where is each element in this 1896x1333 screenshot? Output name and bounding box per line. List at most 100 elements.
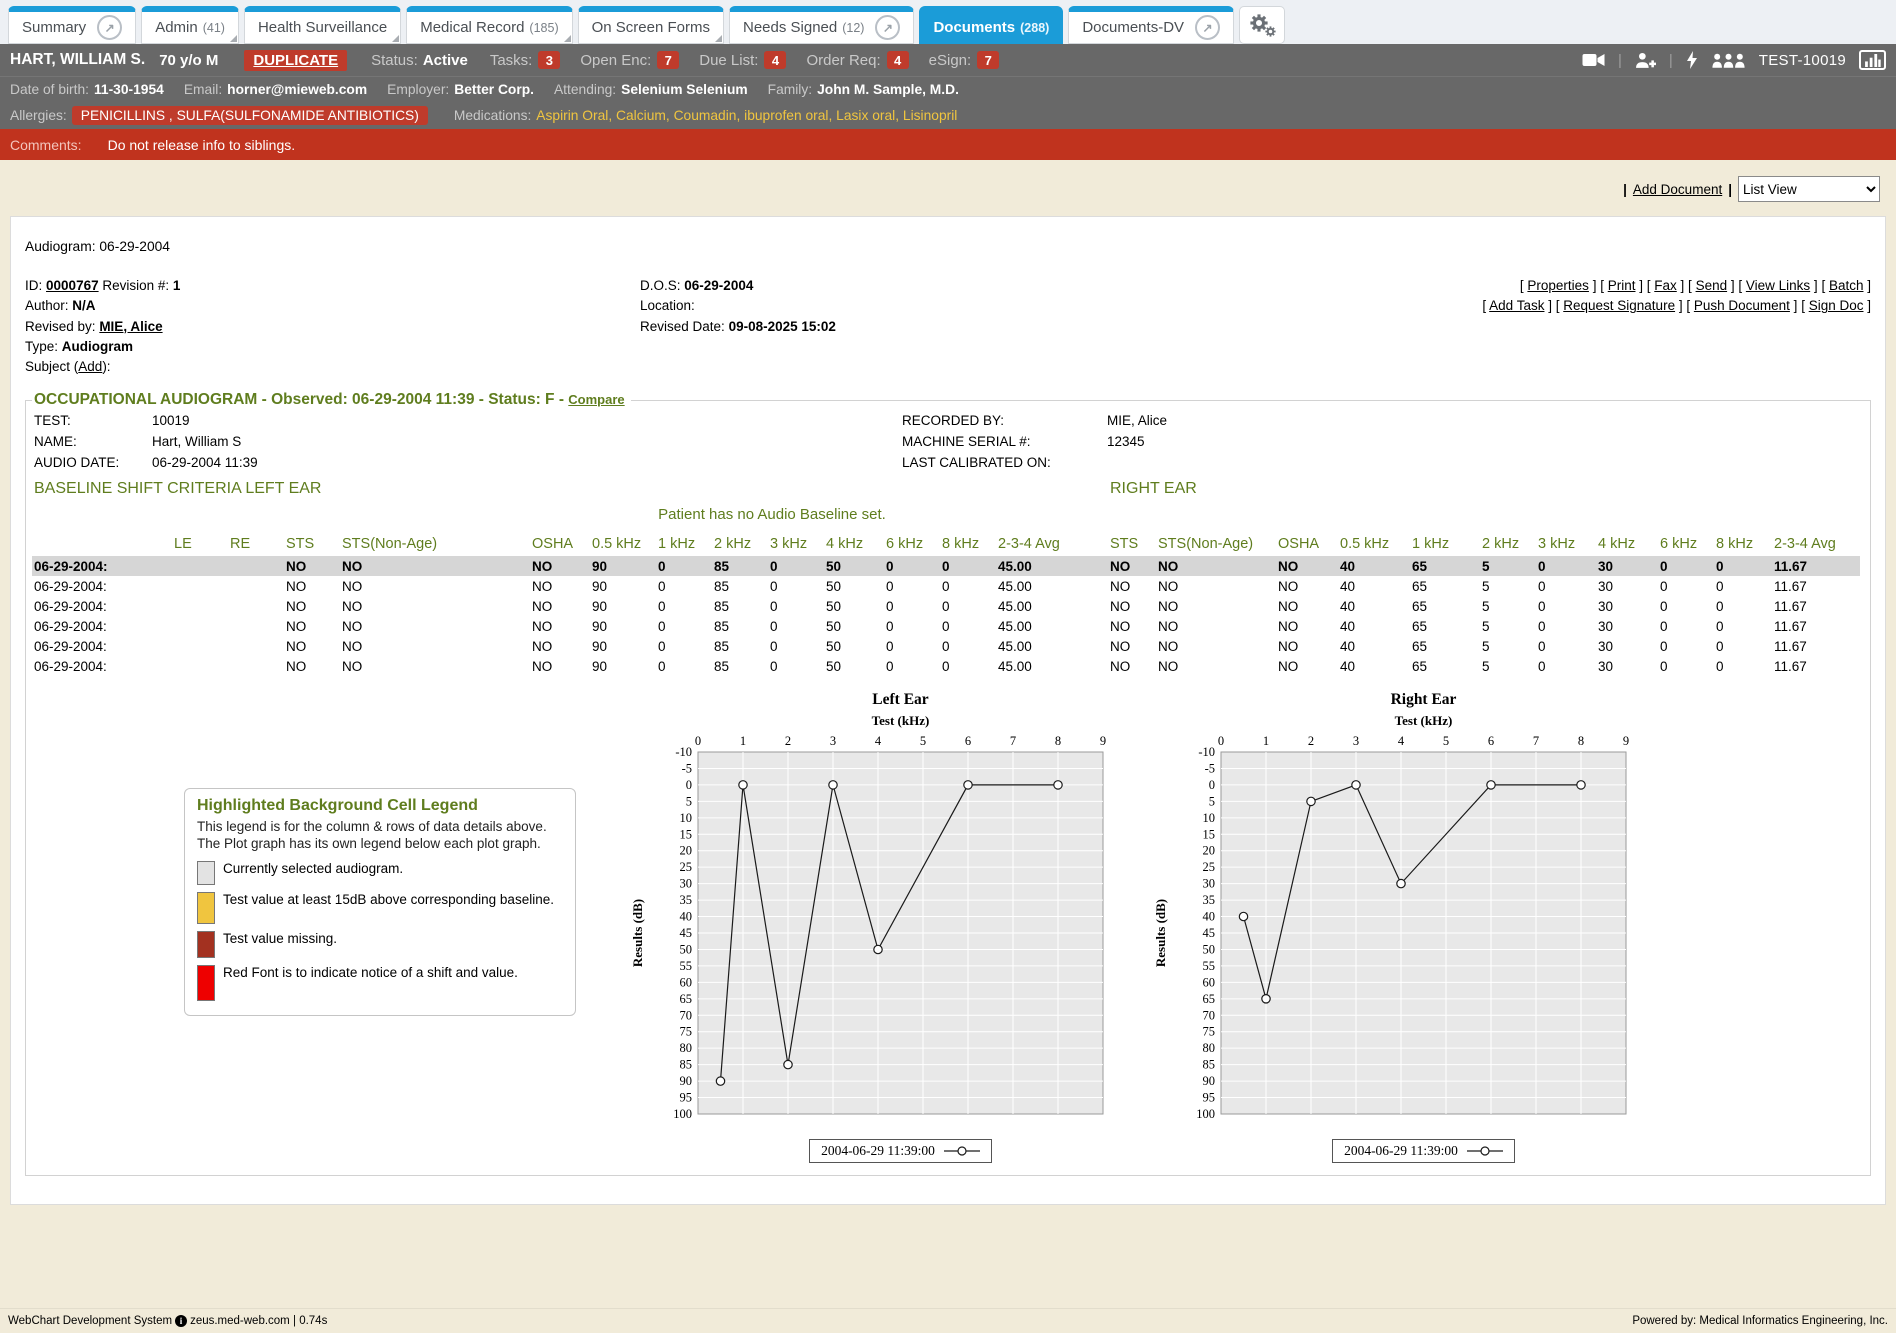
cell: 11.67 [1772,596,1860,616]
tab-medical-record[interactable]: Medical Record(185) [406,6,572,44]
location-label: Location: [640,298,695,313]
stat-badge[interactable]: 7 [977,51,999,69]
document-actions: [ Properties ] [ Print ] [ Fax ] [ Send … [1482,276,1871,377]
tab-health-surveillance[interactable]: Health Surveillance [244,6,401,44]
cell: 85 [712,616,768,636]
cell [228,596,284,616]
column-header: 0.5 kHz [1338,534,1410,556]
cell: 65 [1410,596,1480,616]
stat-badge[interactable]: 3 [538,51,560,69]
document-id-link[interactable]: 0000767 [46,278,99,293]
audiogram-row[interactable]: 06-29-2004:NONONO900850500045.00NONONO40… [32,656,1860,676]
external-link-icon[interactable]: ↗ [875,15,900,40]
duplicate-badge[interactable]: DUPLICATE [244,50,347,71]
id-label: ID: [25,278,42,293]
tab-on-screen-forms[interactable]: On Screen Forms [578,6,724,44]
cell: 0 [656,636,712,656]
action-print[interactable]: Print [1608,278,1636,293]
view-select[interactable]: List View [1738,176,1880,202]
action-sign-doc[interactable]: Sign Doc [1809,298,1864,313]
cell: NO [340,616,530,636]
compare-link[interactable]: Compare [568,392,624,407]
svg-text:Right Ear: Right Ear [1391,691,1457,708]
action-properties[interactable]: Properties [1527,278,1589,293]
svg-text:50: 50 [680,943,693,957]
cell: 11.67 [1772,636,1860,656]
footer-host-link[interactable]: zeus.med-web.com [190,1315,290,1327]
tab-summary[interactable]: Summary↗ [8,6,136,44]
cell: 90 [590,616,656,636]
cell: 40 [1338,616,1410,636]
action-push-document[interactable]: Push Document [1694,298,1790,313]
external-link-icon[interactable]: ↗ [97,15,122,40]
column-gap [1096,656,1108,676]
cell: NO [1108,556,1156,576]
column-header: LE [172,534,228,556]
stat-label: Due List: [699,52,758,69]
external-link-icon[interactable]: ↗ [1195,15,1220,40]
cell: NO [1276,556,1338,576]
info-label: LAST CALIBRATED ON: [902,455,1107,470]
column-header: RE [228,534,284,556]
medication-link[interactable]: ibuprofen oral [744,108,828,123]
action-view-links[interactable]: View Links [1746,278,1810,293]
tab-documents[interactable]: Documents(288) [919,6,1063,44]
tab-needs-signed[interactable]: Needs Signed(12)↗ [729,6,914,44]
detail-value: John M. Sample, M.D. [817,82,959,97]
tab-documents-dv[interactable]: Documents-DV↗ [1068,6,1234,44]
video-icon[interactable] [1582,52,1605,68]
medication-link[interactable]: Lisinopril [903,108,957,123]
audiogram-row[interactable]: 06-29-2004:NONONO900850500045.00NONONO40… [32,576,1860,596]
audiogram-row[interactable]: 06-29-2004:NONONO900850500045.00NONONO40… [32,636,1860,656]
patient-group-icon[interactable] [1711,53,1746,68]
audiogram-row[interactable]: 06-29-2004:NONONO900850500045.00NONONO40… [32,596,1860,616]
cell: 11.67 [1772,656,1860,676]
action-fax[interactable]: Fax [1654,278,1677,293]
cell: NO [1276,596,1338,616]
svg-text:2: 2 [1308,734,1314,748]
cell: 40 [1338,596,1410,616]
add-user-icon[interactable] [1635,52,1656,69]
cell: 0 [656,576,712,596]
patient-header-actions: ||TEST-10019 [1582,50,1886,70]
cell: 0 [1714,656,1772,676]
cell [172,656,228,676]
tab-label: Health Surveillance [258,19,387,36]
stat-badge[interactable]: 4 [764,51,786,69]
legend-swatch [197,861,215,885]
tab-admin[interactable]: Admin(41) [141,6,239,44]
stat-badge[interactable]: 7 [657,51,679,69]
audiogram-row[interactable]: 06-29-2004:NONONO900850500045.00NONONO40… [32,616,1860,636]
document-meta-middle: D.O.S: 06-29-2004 Location: Revised Date… [640,276,1260,377]
action-request-signature[interactable]: Request Signature [1563,298,1675,313]
action-batch[interactable]: Batch [1829,278,1864,293]
column-header: 3 kHz [768,534,824,556]
cell: NO [1108,636,1156,656]
add-document-link[interactable]: Add Document [1633,182,1722,197]
stat-badge[interactable]: 4 [887,51,909,69]
settings-gear-button[interactable] [1239,6,1285,44]
detail-label: Family: [768,82,812,97]
medication-link[interactable]: Calcium [616,108,666,123]
medication-link[interactable]: Coumadin [674,108,737,123]
action-add-task[interactable]: Add Task [1489,298,1544,313]
audiogram-row[interactable]: 06-29-2004:NONONO900850500045.00NONONO40… [32,556,1860,576]
svg-text:70: 70 [680,1009,693,1023]
subject-add-link[interactable]: Add [78,359,102,374]
revised-by-link[interactable]: MIE, Alice [99,319,162,334]
stat-label: Open Enc: [580,52,651,69]
action-send[interactable]: Send [1696,278,1728,293]
flash-icon[interactable] [1686,51,1698,69]
medication-link[interactable]: Lasix oral [836,108,895,123]
medication-link[interactable]: Aspirin Oral [536,108,608,123]
allergy-badge[interactable]: PENICILLINS , SULFA(SULFONAMIDE ANTIBIOT… [72,106,428,125]
svg-text:6: 6 [965,734,971,748]
comments-text: Do not release info to siblings. [108,137,296,153]
cell: NO [1156,596,1276,616]
cell: NO [1108,616,1156,636]
cell: 5 [1480,636,1536,656]
svg-text:8: 8 [1578,734,1584,748]
flowsheet-chart-button[interactable] [1859,50,1886,70]
tab-label: Medical Record [420,19,524,36]
svg-text:50: 50 [1203,943,1216,957]
